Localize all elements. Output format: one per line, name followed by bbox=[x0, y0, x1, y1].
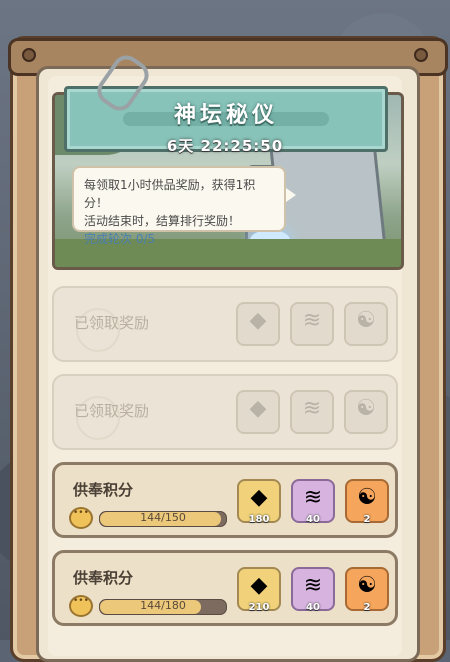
info-line-2: 活动结束时，结算排行奖励！ bbox=[84, 214, 241, 228]
cannon-icon: ≋ bbox=[303, 573, 323, 598]
points-progress-bar: 144/150 bbox=[99, 511, 227, 527]
yin-yang-icon: ☯ bbox=[356, 396, 376, 421]
reward-slot[interactable]: ☯ 2 bbox=[345, 479, 389, 525]
reward-count: 40 bbox=[306, 602, 320, 613]
reward-slot[interactable]: ☯ bbox=[344, 390, 388, 434]
points-progress-bar: 144/180 bbox=[99, 599, 227, 615]
cannon-icon: ≋ bbox=[302, 396, 322, 421]
reward-count: 40 bbox=[306, 514, 320, 525]
crystal-icon: ◆ bbox=[250, 485, 268, 510]
countdown-timer: 6天 22:25:50 bbox=[166, 137, 284, 155]
reward-row-label: 供奉积分 bbox=[73, 569, 134, 587]
reward-slot[interactable]: ≋ bbox=[290, 302, 334, 346]
progress-text: 144/150 bbox=[140, 511, 186, 524]
crystal-icon: ◆ bbox=[250, 573, 268, 598]
chat-bubble-icon bbox=[69, 595, 93, 617]
rivet-icon bbox=[22, 48, 36, 62]
reward-slot[interactable]: ◆ bbox=[236, 302, 280, 346]
reward-row-active[interactable]: 供奉积分144/150◆180≋40☯2 bbox=[52, 462, 398, 538]
reward-row-label: 供奉积分 bbox=[73, 481, 134, 499]
reward-slot[interactable]: ☯ 2 bbox=[345, 567, 389, 613]
reward-slot[interactable]: ≋ 40 bbox=[291, 479, 335, 525]
cannon-icon: ≋ bbox=[302, 308, 322, 333]
info-line-1: 每领取1小时供品奖励，获得1积分！ bbox=[84, 178, 256, 210]
reward-row-label: 已领取奖励 bbox=[74, 314, 150, 332]
yin-yang-icon: ☯ bbox=[357, 573, 377, 598]
reward-row-claimed[interactable]: 已领取奖励 ◆ ≋ ☯ bbox=[52, 374, 398, 450]
reward-slot[interactable]: ◆ 210 bbox=[237, 567, 281, 613]
crystal-icon: ◆ bbox=[249, 396, 267, 421]
crystal-icon: ◆ bbox=[249, 308, 267, 333]
reward-slot[interactable]: ≋ bbox=[290, 390, 334, 434]
reward-row-active[interactable]: 供奉积分144/180◆210≋40☯2 bbox=[52, 550, 398, 626]
rounds-progress: 完成轮次 0/5 bbox=[84, 232, 156, 246]
info-bubble: 每领取1小时供品奖励，获得1积分！ 活动结束时，结算排行奖励！ 完成轮次 0/5 bbox=[72, 166, 286, 246]
bubble-tail bbox=[286, 188, 296, 202]
progress-text: 144/180 bbox=[140, 599, 186, 612]
reward-count: 210 bbox=[248, 602, 270, 613]
reward-slot[interactable]: ◆ bbox=[236, 390, 280, 434]
reward-count: 2 bbox=[363, 602, 371, 613]
chat-bubble-icon bbox=[69, 507, 93, 529]
reward-count: 2 bbox=[363, 514, 371, 525]
reward-slot[interactable]: ☯ bbox=[344, 302, 388, 346]
reward-slot[interactable]: ≋ 40 bbox=[291, 567, 335, 613]
reward-row-claimed[interactable]: 已领取奖励 ◆ ≋ ☯ bbox=[52, 286, 398, 362]
yin-yang-icon: ☯ bbox=[356, 308, 376, 333]
yin-yang-icon: ☯ bbox=[357, 485, 377, 510]
reward-row-label: 已领取奖励 bbox=[74, 402, 150, 420]
rivet-icon bbox=[414, 48, 428, 62]
cannon-icon: ≋ bbox=[303, 485, 323, 510]
reward-count: 180 bbox=[248, 514, 270, 525]
reward-slot[interactable]: ◆ 180 bbox=[237, 479, 281, 525]
